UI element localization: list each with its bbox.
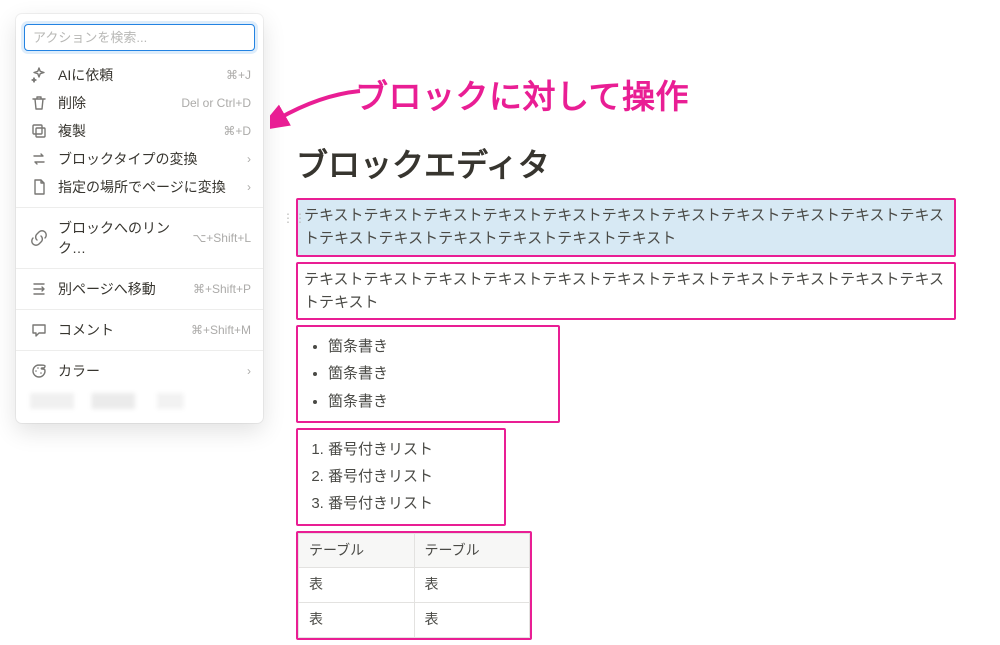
table-block[interactable]: テーブルテーブル表表表表 <box>296 531 532 640</box>
table-cell[interactable]: 表 <box>299 602 415 637</box>
table-row: 表表 <box>299 602 530 637</box>
table-header-cell[interactable]: テーブル <box>299 533 415 568</box>
menu-item-label: ブロックへのリンク… <box>58 218 184 258</box>
menu-item-shortcut: ⌘+Shift+P <box>193 282 251 296</box>
link-icon <box>30 229 48 247</box>
list-item[interactable]: 箇条書き <box>328 333 550 360</box>
action-search-input[interactable] <box>24 24 255 51</box>
block-context-menu: AIに依頼⌘+J削除Del or Ctrl+D複製⌘+Dブロックタイプの変換›指… <box>16 14 263 423</box>
menu-item-shortcut: ⌘+D <box>223 124 251 138</box>
menu-item-label: AIに依頼 <box>58 65 218 85</box>
menu-item[interactable]: 複製 ⌘+D <box>16 117 263 145</box>
table-cell[interactable]: 表 <box>414 568 530 603</box>
menu-divider <box>16 350 263 351</box>
numbered-list-block[interactable]: 番号付きリスト番号付きリスト番号付きリスト <box>296 428 506 526</box>
menu-item[interactable]: コメント ⌘+Shift+M <box>16 316 263 344</box>
chevron-right-icon: › <box>247 180 251 194</box>
trash-icon <box>30 94 48 112</box>
list-item[interactable]: 箇条書き <box>328 388 550 415</box>
menu-item[interactable]: AIに依頼 ⌘+J <box>16 61 263 89</box>
menu-item[interactable]: ブロックへのリンク… ⌥+Shift+L <box>16 214 263 262</box>
menu-item[interactable]: カラー › <box>16 357 263 385</box>
menu-item[interactable]: ブロックタイプの変換 › <box>16 145 263 173</box>
menu-item[interactable]: 削除 Del or Ctrl+D <box>16 89 263 117</box>
annotation-label: ブロックに対して操作 <box>355 70 689 118</box>
move-icon <box>30 280 48 298</box>
menu-item-label: カラー <box>58 361 241 381</box>
palette-icon <box>30 362 48 380</box>
menu-item-label: コメント <box>58 320 183 340</box>
paragraph-text: テキストテキストテキストテキストテキストテキストテキストテキストテキストテキスト… <box>304 271 944 311</box>
table-cell[interactable]: 表 <box>414 602 530 637</box>
list-item[interactable]: 箇条書き <box>328 360 550 387</box>
list-item[interactable]: 番号付きリスト <box>328 436 496 463</box>
chevron-right-icon: › <box>247 152 251 166</box>
menu-item-label: 別ページへ移動 <box>58 279 185 299</box>
menu-item-label: 複製 <box>58 121 215 141</box>
menu-item-shortcut: ⌥+Shift+L <box>192 231 251 245</box>
page-title[interactable]: ブロックエディタ <box>296 140 956 186</box>
drag-handle-icon[interactable]: ⋮⋮ <box>282 209 306 228</box>
list-item[interactable]: 番号付きリスト <box>328 463 496 490</box>
menu-item[interactable]: 指定の場所でページに変換 › <box>16 173 263 201</box>
paragraph-text: テキストテキストテキストテキストテキストテキストテキストテキストテキストテキスト… <box>304 207 944 247</box>
menu-item[interactable]: 別ページへ移動 ⌘+Shift+P <box>16 275 263 303</box>
menu-footer-metadata <box>30 393 249 409</box>
list-item[interactable]: 番号付きリスト <box>328 490 496 517</box>
bullet-list-block[interactable]: 箇条書き箇条書き箇条書き <box>296 325 560 423</box>
chevron-right-icon: › <box>247 364 251 378</box>
menu-item-shortcut: ⌘+Shift+M <box>191 323 251 337</box>
menu-divider <box>16 268 263 269</box>
menu-item-label: 指定の場所でページに変換 <box>58 177 241 197</box>
menu-item-label: ブロックタイプの変換 <box>58 149 241 169</box>
text-block-selected[interactable]: ⋮⋮ テキストテキストテキストテキストテキストテキストテキストテキストテキストテ… <box>296 198 956 257</box>
comment-icon <box>30 321 48 339</box>
menu-divider <box>16 207 263 208</box>
menu-item-label: 削除 <box>58 93 173 113</box>
menu-divider <box>16 309 263 310</box>
editor-content: ブロックエディタ ⋮⋮ テキストテキストテキストテキストテキストテキストテキスト… <box>296 140 956 645</box>
menu-item-shortcut: Del or Ctrl+D <box>181 96 251 110</box>
table-row: 表表 <box>299 568 530 603</box>
swap-icon <box>30 150 48 168</box>
search-wrap <box>16 20 263 59</box>
table-cell[interactable]: 表 <box>299 568 415 603</box>
sparkle-icon <box>30 66 48 84</box>
page-icon <box>30 178 48 196</box>
text-block[interactable]: テキストテキストテキストテキストテキストテキストテキストテキストテキストテキスト… <box>296 262 956 321</box>
menu-item-shortcut: ⌘+J <box>226 68 251 82</box>
table-header-cell[interactable]: テーブル <box>414 533 530 568</box>
duplicate-icon <box>30 122 48 140</box>
